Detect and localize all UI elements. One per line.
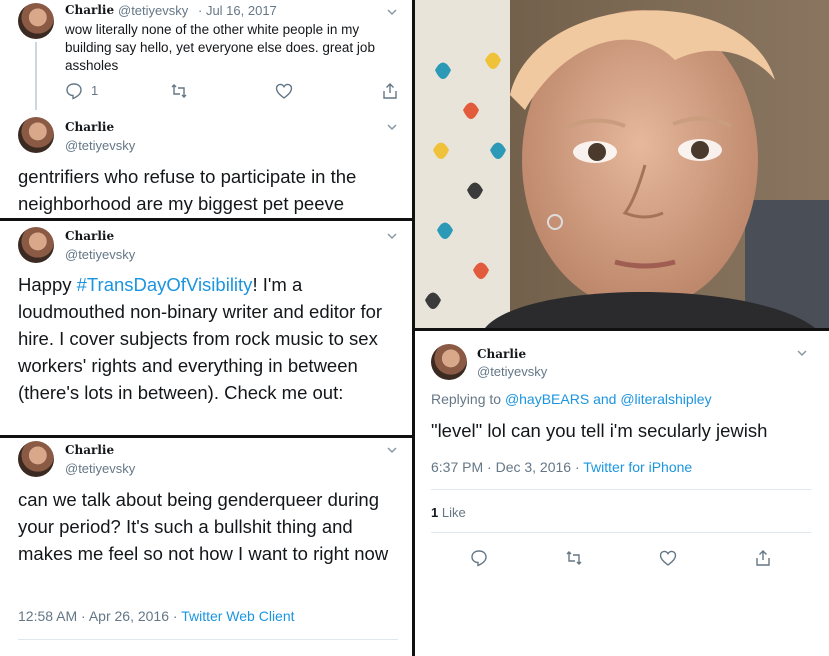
likes-label: Like bbox=[438, 505, 466, 520]
mention-link[interactable]: @hayBEARS bbox=[505, 391, 589, 407]
tweet-text: gentrifiers who refuse to participate in… bbox=[18, 166, 357, 214]
share-icon[interactable] bbox=[754, 549, 772, 567]
author-name[interactable]: Charlie bbox=[65, 120, 114, 134]
client-link[interactable]: Twitter for iPhone bbox=[583, 459, 692, 475]
author-handle[interactable]: @tetiyevsky bbox=[65, 247, 135, 262]
tweet-panel-gentrifiers: Charlie @tetiyevsky · Jul 16, 2017 wow l… bbox=[0, 0, 412, 218]
divider bbox=[18, 639, 398, 640]
selfie-photo bbox=[415, 0, 829, 328]
likes-summary[interactable]: 1 Like bbox=[431, 505, 466, 520]
tweet-text: wow literally none of the other white pe… bbox=[65, 22, 375, 73]
author-name[interactable]: Charlie bbox=[65, 443, 114, 457]
avatar[interactable] bbox=[431, 344, 467, 380]
client-link[interactable]: Twitter Web Client bbox=[181, 608, 294, 624]
tweet-text: Happy #TransDayOfVisibility! I'm a loudm… bbox=[18, 271, 403, 406]
author-handle[interactable]: @tetiyevsky bbox=[65, 138, 135, 153]
timestamp-text: 12:58 AM · Apr 26, 2016 · bbox=[18, 608, 182, 624]
divider bbox=[431, 532, 811, 533]
tweet-panel-trans-visibility: Charlie @tetiyevsky Happy #TransDayOfVis… bbox=[0, 221, 412, 435]
share-icon[interactable] bbox=[381, 82, 399, 100]
thread-line bbox=[35, 42, 37, 110]
tweet-panel-secularly-jewish: Charlie @tetiyevsky Replying to @hayBEAR… bbox=[415, 331, 829, 656]
reply-icon[interactable] bbox=[65, 82, 83, 100]
retweet-icon[interactable] bbox=[170, 82, 188, 100]
hashtag-link[interactable]: #TransDayOfVisibility bbox=[77, 274, 253, 295]
author-handle[interactable]: @tetiyevsky bbox=[118, 3, 188, 18]
tweet-date: · Jul 16, 2017 bbox=[198, 3, 277, 18]
tweet-panel-genderqueer: Charlie @tetiyevsky can we talk about be… bbox=[0, 438, 412, 656]
avatar[interactable] bbox=[18, 227, 54, 263]
tweet-text-start: Happy bbox=[18, 274, 77, 295]
replying-to: Replying to @hayBEARS and @literalshiple… bbox=[431, 391, 712, 407]
author-name[interactable]: Charlie bbox=[477, 347, 526, 361]
retweet-icon[interactable] bbox=[565, 549, 583, 567]
timestamp-text: 6:37 PM · Dec 3, 2016 · bbox=[431, 459, 584, 475]
avatar[interactable] bbox=[18, 441, 54, 477]
chevron-down-icon[interactable] bbox=[386, 121, 398, 133]
mention-link[interactable]: @literalshipley bbox=[620, 391, 711, 407]
avatar[interactable] bbox=[18, 3, 54, 39]
chevron-down-icon[interactable] bbox=[386, 6, 398, 18]
replying-to-and: and bbox=[589, 391, 621, 407]
divider bbox=[431, 489, 811, 490]
tweet-timestamp: 12:58 AM · Apr 26, 2016 · Twitter Web Cl… bbox=[18, 608, 295, 624]
like-icon[interactable] bbox=[659, 549, 677, 567]
chevron-down-icon[interactable] bbox=[386, 230, 398, 242]
selfie-image bbox=[415, 0, 829, 328]
reply-count: 1 bbox=[91, 83, 99, 98]
author-handle[interactable]: @tetiyevsky bbox=[477, 364, 547, 379]
author-handle[interactable]: @tetiyevsky bbox=[65, 461, 135, 476]
tweet-text: can we talk about being genderqueer duri… bbox=[18, 489, 389, 564]
author-name[interactable]: Charlie bbox=[65, 229, 114, 243]
author-name[interactable]: Charlie bbox=[65, 3, 114, 17]
tweet-text: "level" lol can you tell i'm secularly j… bbox=[431, 420, 768, 441]
chevron-down-icon[interactable] bbox=[386, 444, 398, 456]
reply-icon[interactable] bbox=[470, 549, 488, 567]
avatar[interactable] bbox=[18, 117, 54, 153]
tweet-timestamp: 6:37 PM · Dec 3, 2016 · Twitter for iPho… bbox=[431, 459, 692, 475]
replying-to-prefix: Replying to bbox=[431, 391, 505, 407]
like-icon[interactable] bbox=[275, 82, 293, 100]
chevron-down-icon[interactable] bbox=[796, 347, 808, 359]
